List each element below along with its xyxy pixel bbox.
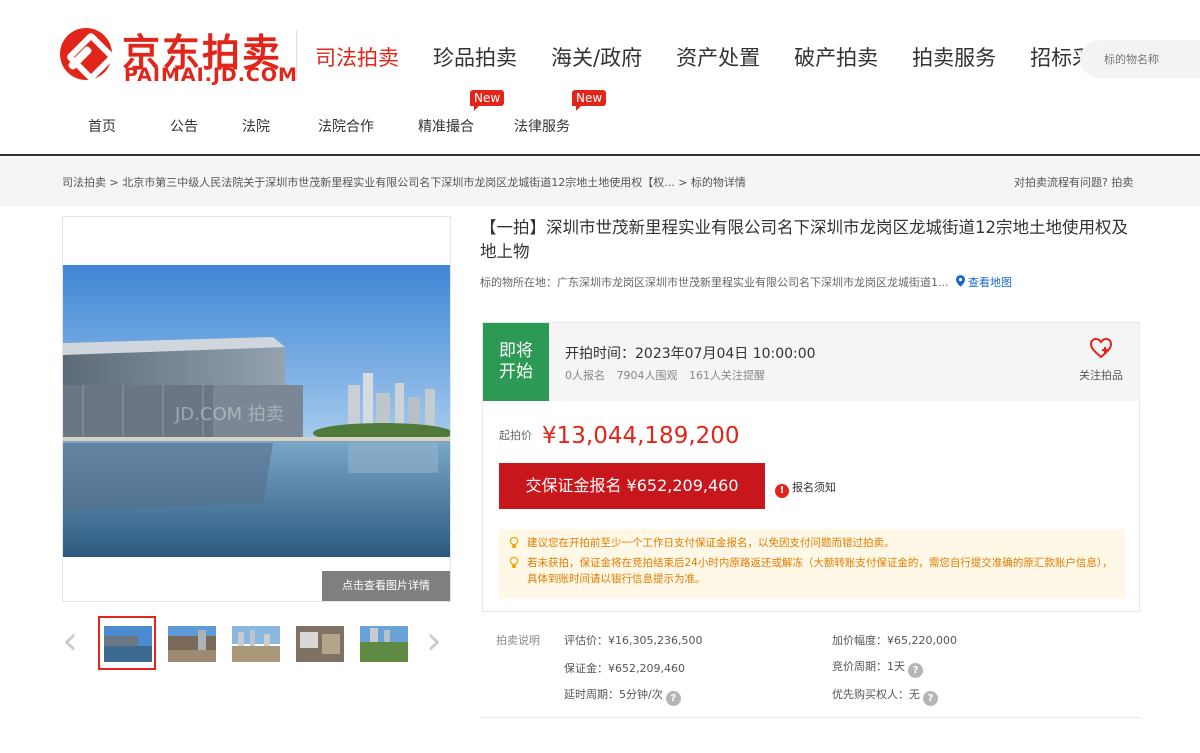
registration-notice-label: 报名须知 — [792, 481, 836, 494]
item-location: 标的物所在地：广东深圳市龙岗区深圳市世茂新里程实业有限公司名下深圳市龙岗区龙城街… — [480, 274, 1140, 290]
starting-price-value: ¥13,044,189,200 — [542, 423, 740, 449]
help-question-icon[interactable]: ? — [923, 691, 938, 706]
tip-text: 若未获拍，保证金将在竞拍结束后24小时内原路返还或解冻（大额转账支付保证金的，需… — [527, 557, 1113, 585]
thumbnail-3[interactable] — [226, 616, 284, 670]
payment-tips: 建议您在开拍前至少一个工作日支付保证金报名，以免因支付问题而错过拍卖。 若未获拍… — [499, 529, 1125, 599]
nav-treasure-auction[interactable]: 珍品拍卖 — [433, 42, 517, 72]
starting-price: 起拍价 ¥13,044,189,200 — [499, 423, 740, 449]
bid-increment: 加价幅度：¥65,220,000 — [832, 634, 957, 647]
breadcrumb-path[interactable]: 司法拍卖 > 北京市第三中级人民法院关于深圳市世茂新里程实业有限公司名下深圳市龙… — [62, 174, 746, 190]
auction-panel: 即将开始 开拍时间：2023年07月04日 10:00:00 0人报名 7904… — [482, 322, 1140, 612]
heart-plus-icon — [1089, 337, 1113, 359]
breadcrumb: 司法拍卖 > 北京市第三中级人民法院关于深圳市世茂新里程实业有限公司名下深圳市龙… — [0, 158, 1200, 206]
new-badge: New — [572, 90, 607, 111]
logo-en-text: PAIMAI.JD.COM — [124, 64, 298, 86]
nav-asset-disposal[interactable]: 资产处置 — [676, 42, 760, 72]
help-question-icon[interactable]: ? — [665, 691, 681, 706]
thumbnail-image — [296, 626, 344, 662]
subnav-home[interactable]: 首页 — [88, 116, 116, 136]
auction-process-help-link[interactable]: 对拍卖流程有问题? 拍卖 — [1014, 174, 1133, 190]
search-input[interactable] — [1080, 40, 1200, 78]
thumbnail-image — [104, 626, 152, 662]
viewer-count: 7904人围观 — [616, 369, 678, 382]
auction-terms-label: 拍卖说明 — [496, 634, 540, 647]
nav-bankruptcy-auction[interactable]: 破产拍卖 — [794, 42, 878, 72]
building-photo: JD.COM 拍卖 — [63, 265, 450, 557]
view-map-link[interactable]: 查看地图 — [968, 276, 1012, 289]
thumb-prev-arrow-icon[interactable]: ‹ — [62, 621, 78, 661]
photo-watermark: JD.COM 拍卖 — [174, 404, 284, 425]
thumbnail-image — [360, 626, 408, 662]
start-time: 开拍时间：2023年07月04日 10:00:00 — [565, 346, 816, 362]
status-badge: 即将开始 — [483, 323, 549, 401]
logo-divider — [296, 30, 297, 80]
thumbnail-image — [168, 626, 216, 662]
deposit-amount: 保证金：¥652,209,460 — [564, 662, 685, 675]
reminder-count: 161人关注提醒 — [689, 369, 765, 382]
subnav-court[interactable]: 法院 — [242, 116, 270, 136]
thumbnail-1[interactable] — [98, 616, 156, 670]
tip-item: 若未获拍，保证金将在竞拍结束后24小时内原路返还或解冻（大额转账支付保证金的，需… — [507, 555, 1117, 587]
thumbnail-strip: ‹ › — [62, 612, 451, 674]
delay-cycle: 延时周期：5分钟/次? — [564, 686, 681, 706]
thumbnail-4[interactable] — [290, 616, 348, 670]
priority-buyer-text: 优先购买权人：无 — [832, 688, 920, 701]
subnav-precise-matching-label: 精准撮合 — [418, 119, 474, 135]
thumbnail-image — [232, 626, 280, 662]
auction-terms: 拍卖说明 评估价：¥16,305,236,500 加价幅度：¥65,220,00… — [482, 622, 1140, 718]
search-box — [1080, 40, 1200, 78]
subnav-court-cooperation[interactable]: 法院合作 — [318, 116, 374, 136]
jd-logo-icon — [60, 28, 112, 80]
priority-buyer: 优先购买权人：无? — [832, 686, 938, 706]
registration-notice-link[interactable]: ! 报名须知 — [775, 479, 836, 498]
delay-cycle-text: 延时周期：5分钟/次 — [564, 688, 663, 701]
help-question-icon[interactable]: ? — [908, 663, 923, 678]
bidding-cycle-text: 竞价周期：1天 — [832, 660, 905, 673]
signup-count: 0人报名 — [565, 369, 605, 382]
auction-stats: 0人报名 7904人围观 161人关注提醒 — [565, 367, 773, 383]
new-badge: New — [470, 90, 505, 111]
subnav-precise-matching[interactable]: 精准撮合 New — [418, 90, 505, 136]
location-label: 标的物所在地： — [480, 276, 557, 289]
pay-deposit-register-button[interactable]: 交保证金报名 ¥652,209,460 — [499, 463, 765, 509]
follow-label: 关注拍品 — [1079, 369, 1123, 382]
item-title: 【一拍】深圳市世茂新里程实业有限公司名下深圳市龙岗区龙城街道12宗地土地使用权及… — [480, 218, 1128, 261]
nav-auction-service[interactable]: 拍卖服务 — [912, 42, 996, 72]
subnav-legal-service[interactable]: 法律服务 New — [514, 90, 607, 136]
main-nav: 司法拍卖 珍品拍卖 海关/政府 资产处置 破产拍卖 拍卖服务 招标采购 — [315, 42, 1148, 72]
lightbulb-icon — [509, 557, 519, 568]
thumbnail-5[interactable] — [354, 616, 412, 670]
site-logo[interactable]: 京东拍卖 PAIMAI.JD.COM — [60, 24, 297, 86]
follow-item-button[interactable]: 关注拍品 — [1071, 337, 1131, 383]
status-bar: 即将开始 开拍时间：2023年07月04日 10:00:00 0人报名 7904… — [483, 323, 1139, 401]
tip-text: 建议您在开拍前至少一个工作日支付保证金报名，以免因支付问题而错过拍卖。 — [527, 537, 895, 549]
main-photo[interactable]: JD.COM 拍卖 — [63, 265, 450, 557]
thumb-next-arrow-icon[interactable]: › — [426, 621, 442, 661]
site-header: 京东拍卖 PAIMAI.JD.COM 司法拍卖 珍品拍卖 海关/政府 资产处置 … — [0, 0, 1200, 156]
appraisal-price: 评估价：¥16,305,236,500 — [564, 634, 703, 647]
tip-item: 建议您在开拍前至少一个工作日支付保证金报名，以免因支付问题而错过拍卖。 — [507, 535, 1117, 551]
thumbnail-2[interactable] — [162, 616, 220, 670]
lightbulb-icon — [509, 537, 519, 548]
item-detail: 【一拍】深圳市世茂新里程实业有限公司名下深圳市龙岗区龙城街道12宗地土地使用权及… — [480, 216, 1140, 290]
map-pin-icon — [956, 275, 965, 287]
sub-nav: 首页 公告 法院 法院合作 精准撮合 New 法律服务 New — [88, 90, 607, 136]
image-gallery: JD.COM 拍卖 点击查看图片详情 — [62, 216, 451, 602]
starting-price-label: 起拍价 — [499, 429, 532, 442]
view-photo-details-button[interactable]: 点击查看图片详情 — [322, 571, 450, 601]
nav-customs-government[interactable]: 海关/政府 — [551, 42, 642, 72]
subnav-legal-service-label: 法律服务 — [514, 119, 570, 135]
location-value: 广东深圳市龙岗区深圳市世茂新里程实业有限公司名下深圳市龙岗区龙城街道1... — [557, 276, 949, 289]
bidding-cycle: 竞价周期：1天? — [832, 658, 923, 678]
alert-icon: ! — [775, 484, 789, 498]
nav-judicial-auction[interactable]: 司法拍卖 — [315, 42, 399, 72]
subnav-announcement[interactable]: 公告 — [170, 116, 198, 136]
